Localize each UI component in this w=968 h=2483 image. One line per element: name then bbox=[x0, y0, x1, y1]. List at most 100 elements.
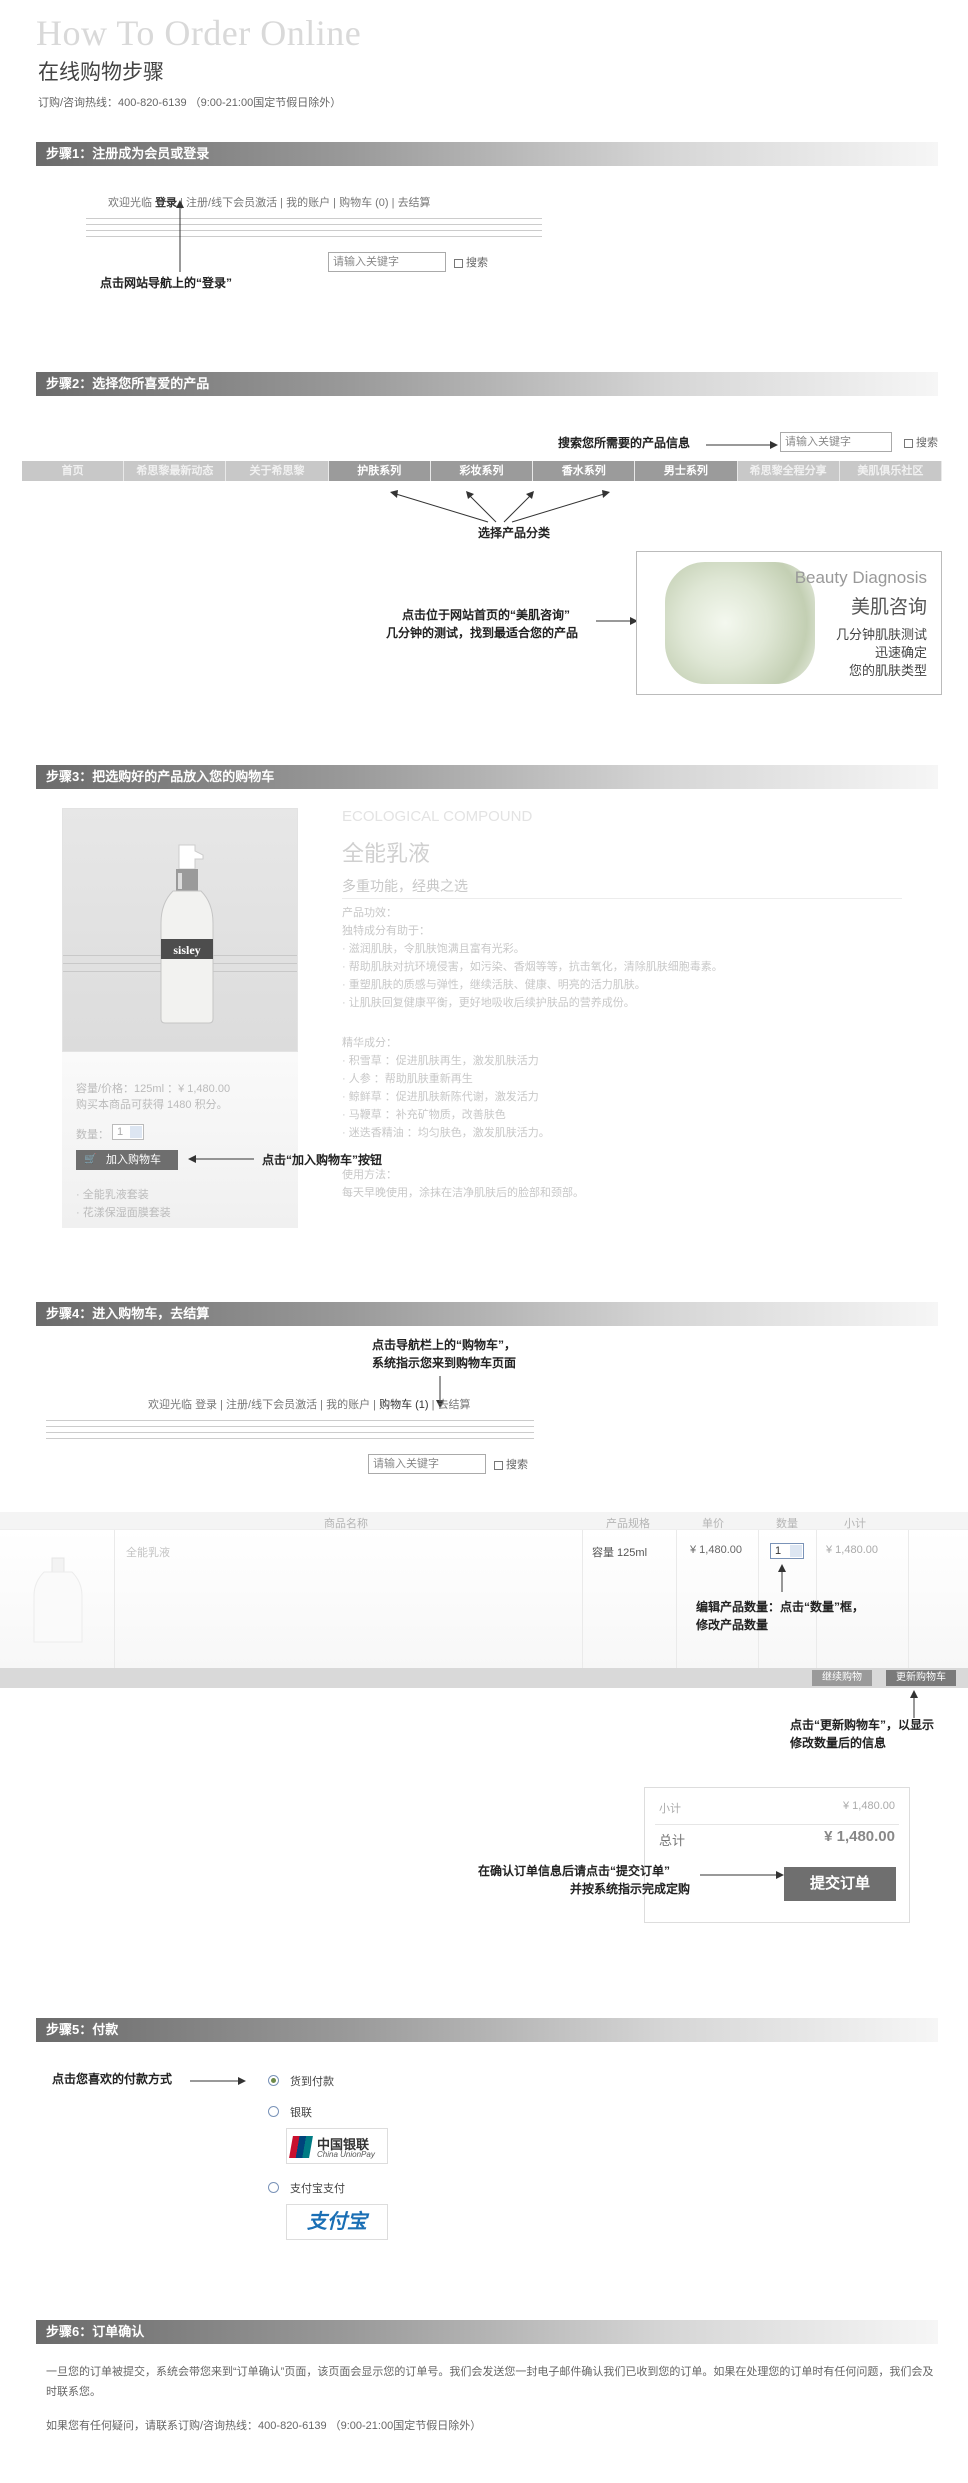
continue-shopping-button[interactable]: 继续购物 bbox=[812, 1670, 872, 1686]
product-name: 全能乳液 bbox=[342, 841, 431, 866]
divider bbox=[46, 1426, 534, 1427]
arrow-icon bbox=[176, 200, 184, 272]
product-points: 购买本商品可获得 1480 积分。 bbox=[76, 1099, 228, 1111]
main-navigation: 首页 希思黎最新动态 关于希思黎 护肤系列 彩妆系列 香水系列 男士系列 希思黎… bbox=[22, 461, 942, 481]
annotation-submit-2: 并按系统指示完成定购 bbox=[570, 1882, 691, 1896]
annotation-beauty-1: 点击位于网站首页的“美肌咨询” bbox=[402, 608, 571, 622]
step-1-bar: 步骤1：注册成为会员或登录 bbox=[36, 142, 938, 166]
total-label: 总计 bbox=[659, 1833, 686, 1848]
cart-quantity-select[interactable]: 1 bbox=[770, 1543, 804, 1559]
submit-order-button[interactable]: 提交订单 bbox=[784, 1867, 896, 1901]
ingredient-line: · 马鞭草 ：补充矿物质，改善肤色 bbox=[342, 1109, 506, 1121]
ingredient-line: · 积雪草 ：促进肌肤再生，激发肌肤活力 bbox=[342, 1055, 539, 1067]
annotation-login: 点击网站导航上的“登录” bbox=[100, 276, 233, 290]
svg-text:sisley: sisley bbox=[173, 943, 200, 957]
add-to-cart-button[interactable]: 加入购物车 bbox=[76, 1150, 178, 1170]
alipay-label: 支付宝支付 bbox=[290, 2183, 345, 2195]
divider bbox=[86, 236, 542, 237]
annotation-qty-1: 编辑产品数量：点击“数量”框， bbox=[696, 1600, 865, 1614]
effect-line: · 重塑肌肤的质感与弹性，继续活肤、健康、明亮的活力肌肤。 bbox=[342, 979, 646, 991]
subtotal-label: 小计 bbox=[659, 1803, 681, 1815]
topnav-1: 欢迎光临 登录 | 注册/线下会员激活 | 我的账户 | 购物车 (0) | 去… bbox=[108, 197, 431, 209]
confirm-paragraph-1: 一旦您的订单被提交，系统会带您来到“订单确认”页面，该页面会显示您的订单号。我们… bbox=[46, 2366, 934, 2398]
search-button-2[interactable]: 搜索 bbox=[904, 434, 938, 450]
divider bbox=[86, 224, 542, 225]
cart-table-header: 商品名称 产品规格 单价 数量 小计 bbox=[0, 1512, 968, 1530]
divider bbox=[46, 1420, 534, 1421]
nav-home[interactable]: 首页 bbox=[22, 461, 125, 481]
topnav-2: 欢迎光临 登录 | 注册/线下会员激活 | 我的账户 | 购物车 (1) | 去… bbox=[148, 1399, 471, 1411]
banner-line-1: 几分钟肌肤测试 bbox=[835, 627, 927, 642]
nav-club[interactable]: 美肌俱乐社区 bbox=[840, 461, 942, 481]
search-input-2[interactable]: 请输入关键字 bbox=[780, 432, 892, 452]
annotation-submit-1: 在确认订单信息后请点击“提交订单” bbox=[478, 1864, 671, 1878]
step-6-bar: 步骤6：订单确认 bbox=[36, 2320, 938, 2344]
ingredient-line: · 迷迭香精油 ：均匀肤色，激发肌肤活力。 bbox=[342, 1127, 550, 1139]
annotation-payment: 点击您喜欢的付款方式 bbox=[52, 2072, 173, 2086]
banner-line-3: 您的肌肤类型 bbox=[848, 663, 927, 678]
topnav-login-link[interactable]: 登录 bbox=[195, 1399, 217, 1411]
unionpay-label: 银联 bbox=[290, 2107, 312, 2119]
nav-fragrance[interactable]: 香水系列 bbox=[533, 461, 636, 481]
search-input[interactable]: 请输入关键字 bbox=[328, 252, 446, 272]
related-link-1[interactable]: · 全能乳液套装 bbox=[76, 1186, 149, 1202]
step-4-bar: 步骤4：进入购物车，去结算 bbox=[36, 1302, 938, 1326]
nav-news[interactable]: 希思黎最新动态 bbox=[124, 461, 227, 481]
topnav-cart-link[interactable]: 购物车 (1) bbox=[379, 1399, 429, 1411]
arrow-icon bbox=[706, 441, 778, 449]
topnav-checkout-link[interactable]: 去结算 bbox=[398, 197, 431, 209]
topnav-account-link[interactable]: 我的账户 bbox=[286, 197, 330, 209]
divider bbox=[46, 1432, 534, 1433]
nav-share[interactable]: 希思黎全程分享 bbox=[738, 461, 840, 481]
annotation-cart-2: 系统指示您来到购物车页面 bbox=[372, 1356, 517, 1370]
subtotal-value: ¥ 1,480.00 bbox=[843, 1800, 895, 1812]
search-input-3[interactable]: 请输入关键字 bbox=[368, 1454, 486, 1474]
ingredient-heading: 精华成分： bbox=[342, 1037, 397, 1049]
radio-alipay[interactable] bbox=[268, 2182, 279, 2193]
topnav-cart-link[interactable]: 购物车 (0) bbox=[339, 197, 389, 209]
cart-item-thumbnail bbox=[33, 1557, 83, 1643]
arrow-icon bbox=[778, 1564, 786, 1592]
title-chinese: 在线购物步骤 bbox=[38, 61, 164, 84]
cart-item-subtotal: ¥ 1,480.00 bbox=[826, 1544, 878, 1556]
annotation-cart-1: 点击导航栏上的“购物车”， bbox=[372, 1338, 517, 1352]
product-spec: 容量/价格：125ml ：¥ 1,480.00 bbox=[76, 1083, 231, 1095]
topnav-checkout-link[interactable]: 去结算 bbox=[438, 1399, 471, 1411]
order-total-box: 小计 ¥ 1,480.00 总计 ¥ 1,480.00 bbox=[644, 1787, 910, 1923]
annotation-qty-2: 修改产品数量 bbox=[696, 1618, 769, 1632]
banner-title-en: Beauty Diagnosis bbox=[794, 568, 927, 587]
cart-item-spec: 容量 125ml bbox=[592, 1547, 648, 1559]
nav-skincare[interactable]: 护肤系列 bbox=[328, 461, 431, 481]
effect-line: · 滋润肌肤，令肌肤饱满且富有光彩。 bbox=[342, 943, 525, 955]
topnav-welcome: 欢迎光临 bbox=[108, 197, 152, 209]
col-spec: 产品规格 bbox=[606, 1518, 650, 1530]
effect-line: · 帮助肌肤对抗环境侵害，如污染、香烟等等，抗击氧化，清除肌肤细胞毒素。 bbox=[342, 961, 723, 973]
arrow-icon bbox=[700, 1871, 784, 1879]
banner-title-cn: 美肌咨询 bbox=[850, 597, 927, 618]
update-cart-button[interactable]: 更新购物车 bbox=[886, 1670, 956, 1686]
flower-image bbox=[665, 562, 815, 684]
divider bbox=[46, 1438, 534, 1439]
radio-unionpay[interactable] bbox=[268, 2106, 279, 2117]
beauty-diagnosis-banner[interactable]: Beauty Diagnosis 美肌咨询 几分钟肌肤测试 迅速确定 您的肌肤类… bbox=[636, 551, 942, 695]
annotation-search: 搜索您所需要的产品信息 bbox=[558, 436, 691, 450]
search-button-3[interactable]: 搜索 bbox=[494, 1456, 528, 1472]
step-3-bar: 步骤3：把选购好的产品放入您的购物车 bbox=[36, 765, 938, 789]
radio-cod[interactable] bbox=[268, 2075, 279, 2086]
product-eco-title: ECOLOGICAL COMPOUND bbox=[342, 808, 533, 825]
cart-item-name[interactable]: 全能乳液 bbox=[126, 1544, 170, 1560]
col-product: 商品名称 bbox=[324, 1518, 368, 1530]
nav-about[interactable]: 关于希思黎 bbox=[226, 461, 329, 481]
topnav-register-link[interactable]: 注册/线下会员激活 bbox=[226, 1399, 317, 1411]
annotation-update-1: 点击“更新购物车”，以显示 bbox=[790, 1718, 935, 1732]
nav-men[interactable]: 男士系列 bbox=[635, 461, 738, 481]
topnav-register-link[interactable]: 注册/线下会员激活 bbox=[186, 197, 277, 209]
search-button[interactable]: 搜索 bbox=[454, 254, 488, 270]
arrow-icon bbox=[188, 1155, 254, 1163]
nav-makeup[interactable]: 彩妆系列 bbox=[430, 461, 534, 481]
topnav-account-link[interactable]: 我的账户 bbox=[326, 1399, 370, 1411]
related-link-2[interactable]: · 花漾保湿面膜套装 bbox=[76, 1204, 171, 1220]
arrow-icon bbox=[596, 617, 638, 625]
quantity-select[interactable]: 1 bbox=[112, 1124, 144, 1140]
step-2-bar: 步骤2：选择您所喜爱的产品 bbox=[36, 372, 938, 396]
